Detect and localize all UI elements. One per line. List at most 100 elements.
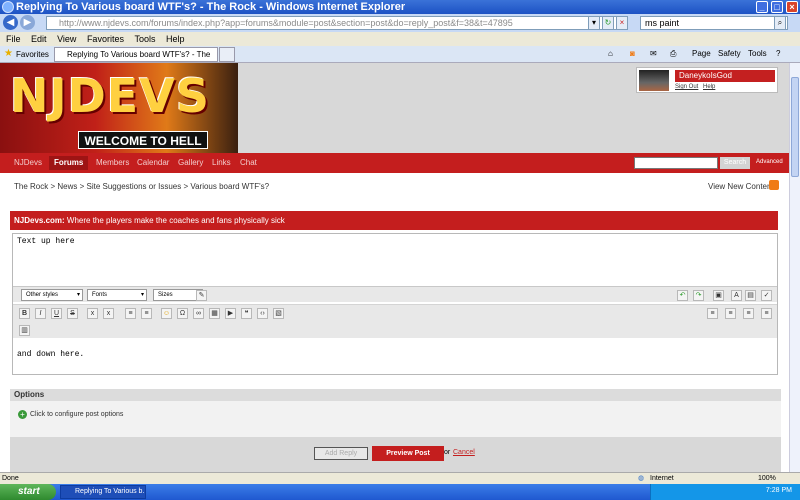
user-panel: DaneykoIsGod Sign Out Help (636, 67, 778, 93)
safety-menu[interactable]: Safety (718, 49, 741, 58)
breadcrumb-item[interactable]: Site Suggestions or Issues (87, 182, 182, 191)
post-editor[interactable]: Text up here Other styles Fonts Sizes ✎ … (12, 233, 778, 375)
align-right-icon[interactable]: ≡ (743, 308, 754, 319)
scrollbar-thumb[interactable] (791, 77, 799, 177)
address-dropdown-icon[interactable]: ▾ (588, 16, 600, 30)
nav-links[interactable]: Links (212, 156, 231, 170)
help-link[interactable]: Help (703, 84, 715, 90)
new-tab-button[interactable] (219, 47, 235, 62)
back-icon[interactable]: ◀ (3, 15, 18, 30)
nav-chat[interactable]: Chat (240, 156, 257, 170)
start-button[interactable]: start (0, 484, 56, 500)
favorites-button[interactable]: Favorites (16, 50, 49, 59)
bullet-list-icon[interactable]: ≡ (125, 308, 136, 319)
menu-edit[interactable]: Edit (31, 34, 47, 44)
undo-icon[interactable]: ↶ (677, 290, 688, 301)
color-icon[interactable]: ✎ (196, 290, 207, 301)
link-icon[interactable]: ∞ (193, 308, 204, 319)
page-menu[interactable]: Page (692, 49, 711, 58)
page-scrollbar[interactable] (789, 63, 800, 472)
nav-forums[interactable]: Forums (49, 156, 89, 170)
align-center-icon[interactable]: ≡ (725, 308, 736, 319)
site-logo[interactable]: NJDEVS WELCOME TO HELL (0, 63, 238, 153)
mail-icon[interactable]: ✉ (650, 49, 657, 58)
favorites-star-icon[interactable]: ★ (4, 48, 13, 59)
menu-file[interactable]: File (6, 34, 21, 44)
preview-post-button[interactable]: Preview Post (372, 446, 444, 461)
italic-icon[interactable]: I (35, 308, 46, 319)
rss-icon[interactable] (769, 180, 779, 190)
breadcrumb-item[interactable]: The Rock (14, 182, 48, 191)
close-button[interactable]: × (786, 1, 798, 13)
align-left-icon[interactable]: ≡ (707, 308, 718, 319)
tools-menu[interactable]: Tools (748, 49, 767, 58)
nav-members[interactable]: Members (96, 156, 129, 170)
media-icon[interactable]: ▶ (225, 308, 236, 319)
strikethrough-icon[interactable]: S (67, 308, 78, 319)
help-icon[interactable]: ? (776, 49, 780, 58)
sign-out-link[interactable]: Sign Out (675, 84, 698, 90)
feeds-icon[interactable]: ◙ (630, 49, 635, 58)
breadcrumb-item[interactable]: News (57, 182, 77, 191)
advanced-search-link[interactable]: Advanced (756, 159, 783, 165)
toggle-editor-icon[interactable]: ▥ (19, 325, 30, 336)
spellcheck-icon[interactable]: A (731, 290, 742, 301)
superscript-icon[interactable]: x (103, 308, 114, 319)
browser-tab[interactable]: Replying To Various board WTF's? - The R… (54, 47, 218, 72)
special-char-icon[interactable]: Ω (177, 308, 188, 319)
nav-calendar[interactable]: Calendar (137, 156, 169, 170)
taskbar-item-ie[interactable]: Replying To Various b... (60, 485, 146, 499)
quote-icon[interactable]: ❝ (241, 308, 252, 319)
justify-icon[interactable]: ≡ (761, 308, 772, 319)
user-menu[interactable]: DaneykoIsGod (675, 70, 775, 82)
home-icon[interactable]: ⌂ (608, 49, 613, 58)
editor-top-text[interactable]: Text up here (17, 237, 75, 246)
source-icon[interactable]: ✓ (761, 290, 772, 301)
paste-icon[interactable]: ▤ (745, 290, 756, 301)
site-nav: NJDevs Forums Members Calendar Gallery L… (0, 153, 789, 173)
numbered-list-icon[interactable]: ≡ (141, 308, 152, 319)
nav-gallery[interactable]: Gallery (178, 156, 203, 170)
menu-view[interactable]: View (57, 34, 76, 44)
bold-icon[interactable]: B (19, 308, 30, 319)
browser-search-input[interactable]: ms paint (640, 16, 788, 30)
site-search-input[interactable] (634, 157, 718, 169)
site-search-button[interactable]: Search (720, 157, 750, 169)
editor-bottom-text[interactable]: and down here. (17, 350, 84, 359)
underline-icon[interactable]: U (51, 308, 62, 319)
menu-help[interactable]: Help (166, 34, 185, 44)
editor-toolbar-extra: ▥ (13, 322, 777, 338)
address-bar[interactable]: http://www.njdevs.com/forums/index.php?a… (46, 16, 626, 30)
stop-icon[interactable]: × (616, 16, 628, 30)
announcement-text: Where the players make the coaches and f… (66, 216, 285, 225)
maximize-button[interactable]: □ (771, 1, 783, 13)
editor-toolbar-format: B I U S x x ≡ ≡ ☺ Ω ∞ ▦ ▶ ❝ ‹› ▧ ≡ ≡ ≡ ≡ (13, 304, 777, 322)
system-tray: 7:28 PM (650, 484, 800, 500)
spoiler-icon[interactable]: ▧ (273, 308, 284, 319)
nav-njdevs[interactable]: NJDevs (14, 156, 42, 170)
minimize-button[interactable]: _ (756, 1, 768, 13)
view-new-content-link[interactable]: View New Content (708, 182, 774, 191)
print-icon[interactable]: ⎙ (670, 49, 676, 59)
forward-icon[interactable]: ▶ (20, 15, 35, 30)
redo-icon[interactable]: ↷ (693, 290, 704, 301)
search-icon[interactable]: ⌕ (774, 16, 786, 30)
window-title-bar: Replying To Various board WTF's? - The R… (0, 0, 800, 14)
menu-favorites[interactable]: Favorites (87, 34, 124, 44)
image-icon[interactable]: ▦ (209, 308, 220, 319)
subscript-icon[interactable]: x (87, 308, 98, 319)
avatar[interactable] (639, 70, 669, 91)
fonts-select[interactable]: Fonts (87, 289, 147, 301)
menu-tools[interactable]: Tools (134, 34, 155, 44)
cancel-link[interactable]: Cancel (453, 449, 475, 456)
code-icon[interactable]: ‹› (257, 308, 268, 319)
add-reply-button[interactable]: Add Reply (314, 447, 368, 460)
emoticon-icon[interactable]: ☺ (161, 308, 172, 319)
configure-post-options-link[interactable]: Click to configure post options (30, 411, 123, 418)
refresh-icon[interactable]: ↻ (602, 16, 614, 30)
site-banner: NJDEVS WELCOME TO HELL DaneykoIsGod Sign… (0, 63, 789, 153)
breadcrumb-item[interactable]: Various board WTF's? (190, 182, 269, 191)
add-icon[interactable]: + (18, 410, 27, 419)
save-icon[interactable]: ▣ (713, 290, 724, 301)
styles-select[interactable]: Other styles (21, 289, 83, 301)
